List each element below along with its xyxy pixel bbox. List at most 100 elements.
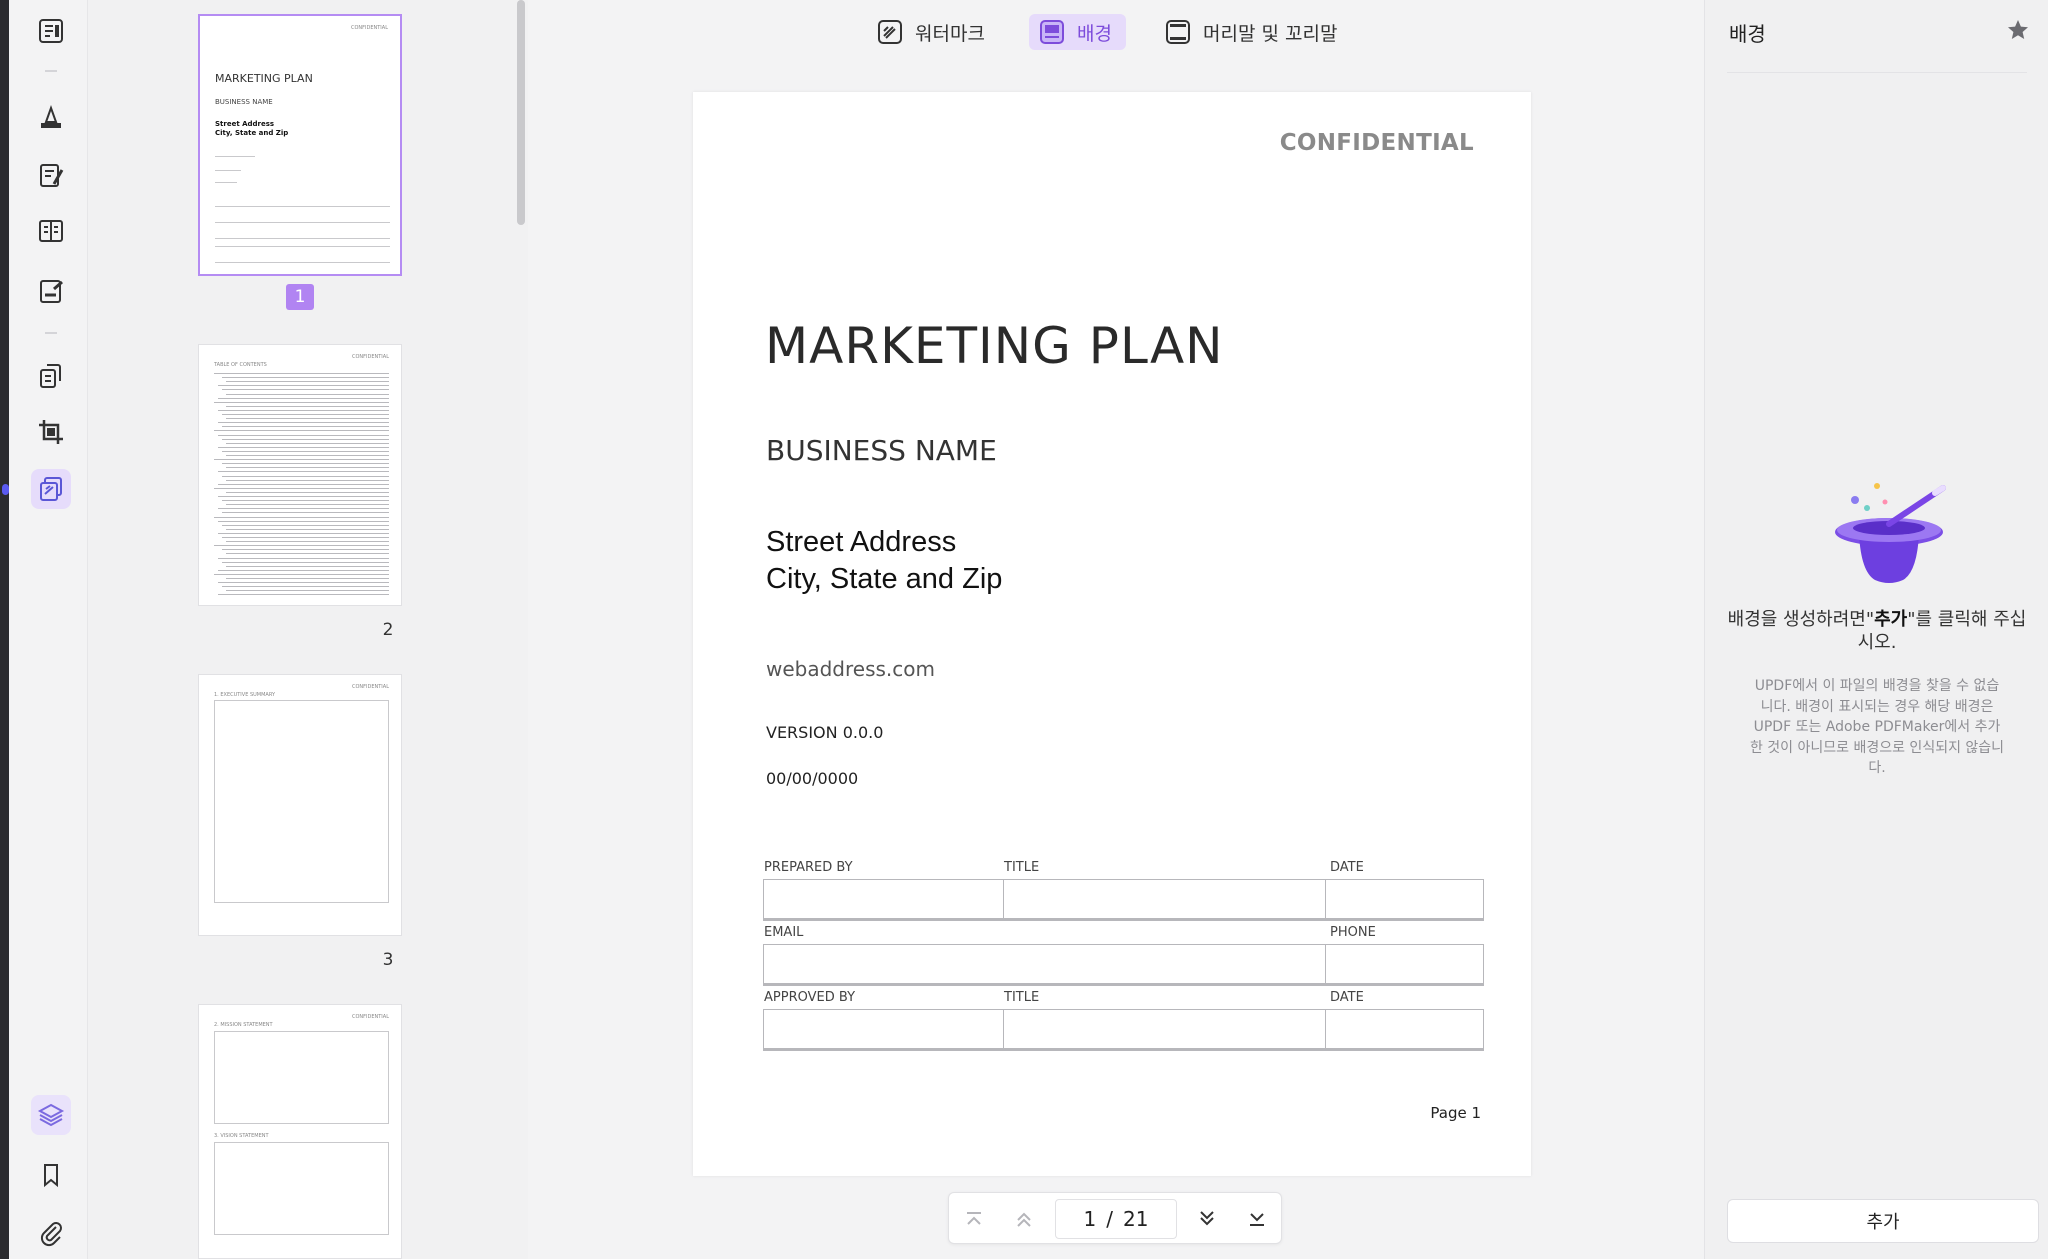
page-tools-button[interactable] (31, 469, 71, 509)
thumb-toc-line (226, 381, 389, 383)
thumbnail-page-4[interactable]: CONFIDENTIAL 2. MISSION STATEMENT 3. VIS… (198, 1004, 402, 1259)
tab-background[interactable]: 배경 (1029, 14, 1126, 50)
bookmark-button[interactable] (31, 1155, 71, 1195)
title-field[interactable] (1003, 879, 1326, 921)
header-footer-icon (1166, 20, 1190, 44)
thumbnail-number-3[interactable]: 3 (374, 947, 402, 973)
thumbnail-number-1[interactable]: 1 (286, 284, 314, 310)
thumb-toc-line (218, 409, 389, 411)
thumb-toc-line (214, 573, 389, 575)
thumbnail-panel: CONFIDENTIAL MARKETING PLAN BUSINESS NAM… (88, 0, 528, 1259)
thumb-line (215, 170, 241, 171)
tab-watermark[interactable]: 워터마크 (867, 14, 999, 50)
phone-field[interactable] (1325, 944, 1484, 986)
crop-tool-button[interactable] (31, 412, 71, 452)
last-page-icon (1250, 1213, 1264, 1226)
thumb-toc-line (222, 414, 389, 415)
thumb-toc-line (222, 463, 389, 465)
thumb-toc-line (218, 532, 389, 534)
organize-pages-button[interactable] (31, 356, 71, 396)
thumb-toc-line (222, 426, 389, 428)
street-address: Street Address (766, 526, 957, 558)
panel-message-bold: 추가 (1874, 609, 1908, 630)
thumb-confidential: CONFIDENTIAL (350, 25, 388, 31)
date-label-2: DATE (1330, 990, 1364, 1005)
title-field-2[interactable] (1003, 1009, 1326, 1051)
reader-icon (39, 19, 63, 43)
thumb-toc-line (218, 594, 389, 596)
next-page-button[interactable] (1192, 1204, 1222, 1234)
tab-watermark-label: 워터마크 (915, 22, 985, 45)
phone-label: PHONE (1330, 925, 1376, 940)
page-navigator: 1 / 21 (948, 1192, 1282, 1244)
chevron-double-down-icon (1200, 1211, 1214, 1226)
form-tool-button[interactable] (31, 211, 71, 251)
web-address: webaddress.com (766, 657, 936, 681)
thumb-confidential: CONFIDENTIAL (351, 354, 389, 360)
thumb-mission: 2. MISSION STATEMENT (214, 1022, 273, 1028)
thumb-toc-line (222, 438, 389, 440)
page-number-input[interactable]: 1 / 21 (1055, 1199, 1177, 1239)
last-page-button[interactable] (1242, 1204, 1272, 1234)
thumb-toc-line (214, 401, 389, 403)
add-background-button[interactable]: 추가 (1727, 1199, 2039, 1243)
thumb-toc-line (218, 483, 389, 485)
thumb-confidential: CONFIDENTIAL (351, 684, 389, 690)
previous-page-button[interactable] (1009, 1204, 1039, 1234)
thumb-toc-line (214, 545, 389, 547)
thumb-box (214, 700, 389, 903)
thumbnail-scrollbar[interactable] (517, 0, 525, 225)
highlighter-icon (41, 105, 61, 128)
email-field[interactable] (763, 944, 1326, 986)
thumb-line (215, 262, 390, 263)
thumb-toc-line (218, 520, 389, 522)
total-pages: 21 (1123, 1207, 1149, 1231)
thumb-toc-line (218, 496, 389, 497)
tab-header-footer[interactable]: 머리말 및 꼬리말 (1155, 14, 1351, 50)
thumb-box (214, 1142, 389, 1235)
reader-mode-button[interactable] (31, 11, 71, 51)
thumb-confidential: CONFIDENTIAL (351, 1014, 389, 1020)
thumbnail-number-2[interactable]: 2 (374, 617, 402, 643)
thumb-toc-line (214, 430, 389, 432)
thumb-toc-line (222, 549, 389, 551)
first-page-button[interactable] (959, 1204, 989, 1234)
current-page: 1 (1083, 1207, 1097, 1231)
chevron-double-up-icon (1017, 1212, 1031, 1227)
layers-icon (37, 1103, 65, 1127)
protect-sign-button[interactable] (31, 271, 71, 311)
thumb-box (214, 1031, 389, 1124)
panel-handle[interactable] (2, 484, 9, 495)
approved-by-field[interactable] (763, 1009, 1004, 1051)
version-text: VERSION 0.0.0 (766, 723, 884, 742)
attachment-button[interactable] (31, 1213, 71, 1253)
edit-text-icon (40, 164, 64, 187)
date-field[interactable] (1325, 879, 1484, 921)
rail-separator (45, 332, 57, 334)
comment-tool-button[interactable] (31, 97, 71, 137)
pdf-page[interactable]: CONFIDENTIAL MARKETING PLAN BUSINESS NAM… (693, 92, 1531, 1176)
thumb-toc-line (226, 393, 389, 395)
date-text: 00/00/0000 (766, 769, 859, 788)
thumbnail-page-1[interactable]: CONFIDENTIAL MARKETING PLAN BUSINESS NAM… (198, 14, 402, 276)
prepared-by-field[interactable] (763, 879, 1004, 921)
edit-pdf-button[interactable] (31, 155, 71, 195)
layers-button[interactable] (31, 1095, 71, 1135)
rail-separator (45, 70, 57, 72)
thumb-toc-line (226, 467, 389, 469)
watermark-tools-icon (40, 477, 62, 501)
business-name: BUSINESS NAME (766, 434, 997, 467)
date-field-2[interactable] (1325, 1009, 1484, 1051)
thumb-toc-line (222, 500, 389, 502)
thumb-toc-line (226, 491, 389, 493)
thumb-toc-line (218, 397, 389, 399)
thumbnail-page-2[interactable]: CONFIDENTIAL TABLE OF CONTENTS (198, 344, 402, 606)
bookmark-icon (44, 1164, 58, 1188)
tool-rail (9, 0, 88, 1259)
thumbnail-page-3[interactable]: CONFIDENTIAL 1. EXECUTIVE SUMMARY (198, 674, 402, 936)
panel-message-pre: 배경을 생성하려면" (1727, 609, 1875, 630)
document-title: MARKETING PLAN (765, 317, 1224, 375)
form-icon (39, 220, 63, 242)
star-icon[interactable] (2006, 18, 2030, 42)
date-label: DATE (1330, 860, 1364, 875)
